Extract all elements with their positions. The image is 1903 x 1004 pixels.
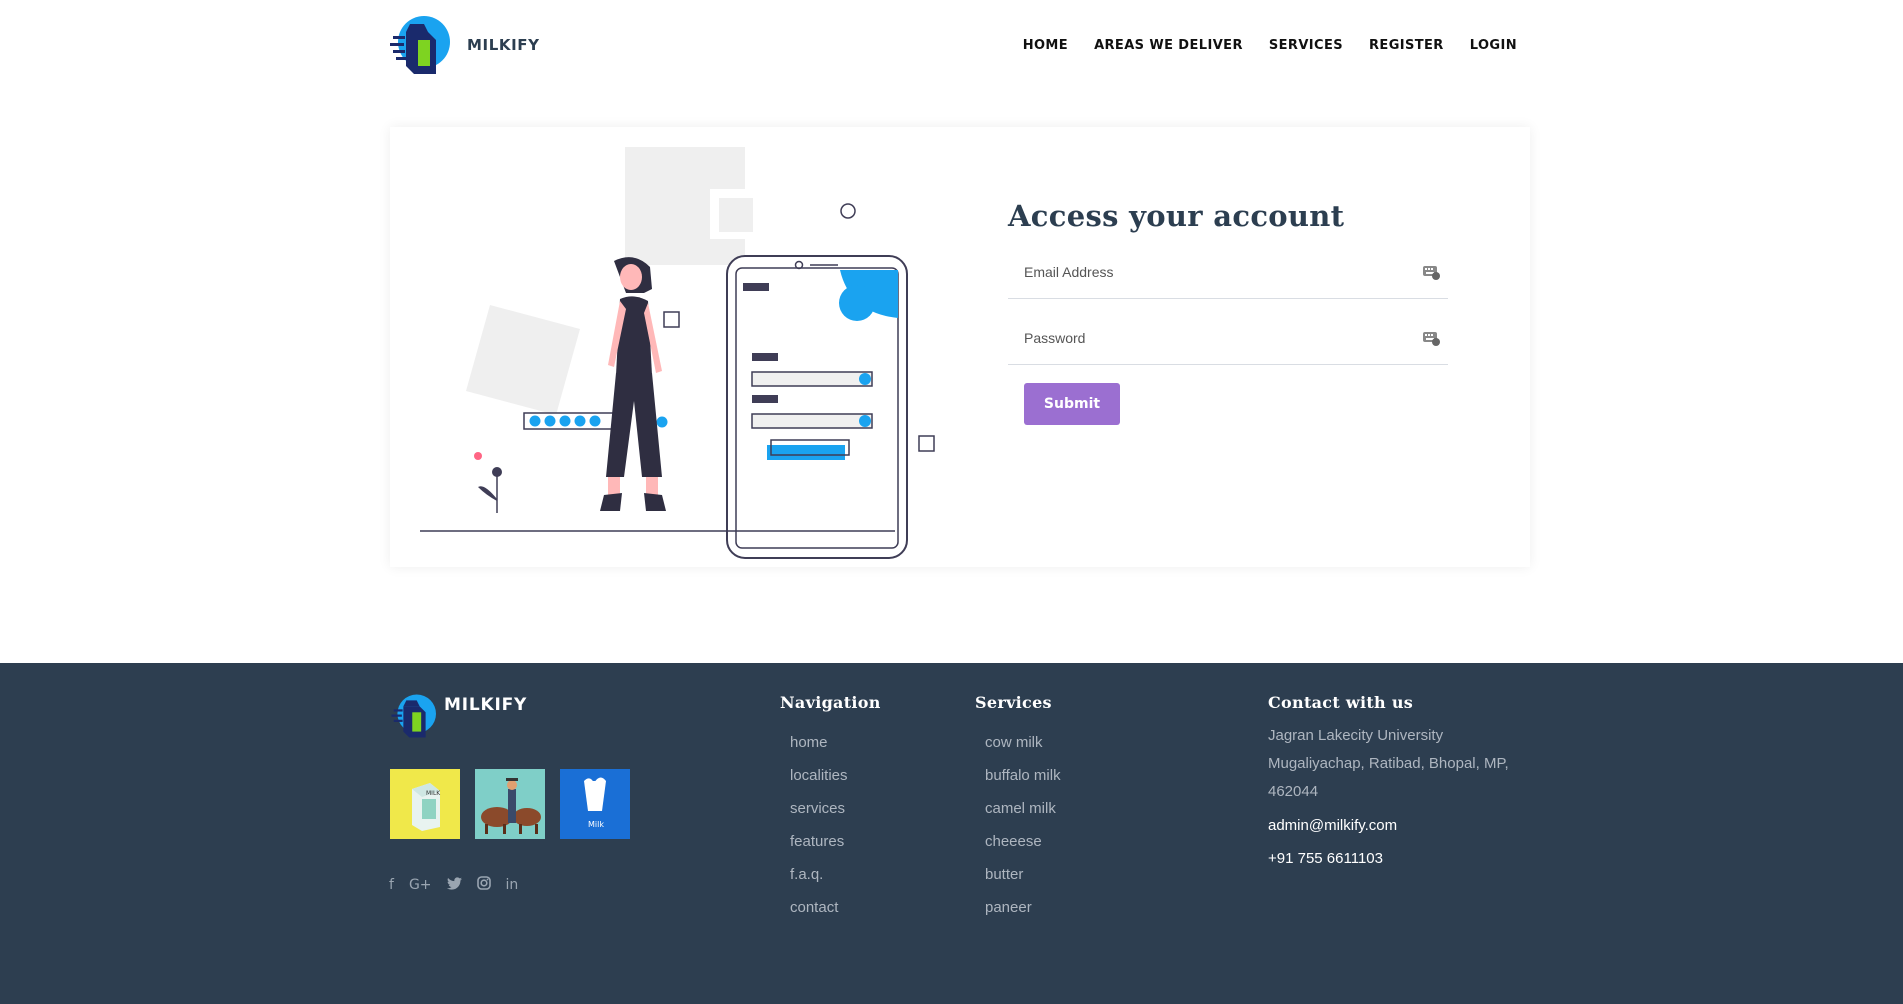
password-input[interactable]: [1008, 313, 1408, 363]
footer-link-services[interactable]: services: [780, 792, 881, 825]
linkedin-icon[interactable]: in: [506, 877, 519, 893]
footer-navigation: Navigation home localities services feat…: [780, 693, 881, 924]
contact-address: Jagran Lakecity University Mugaliyachap,…: [1268, 722, 1548, 806]
footer-service-cow-milk[interactable]: cow milk: [975, 726, 1061, 759]
nav-login[interactable]: LOGIN: [1470, 38, 1517, 53]
footer-service-buffalo-milk[interactable]: buffalo milk: [975, 759, 1061, 792]
footer-link-home[interactable]: home: [780, 726, 881, 759]
email-field-wrapper: [1008, 247, 1448, 299]
footer-link-features[interactable]: features: [780, 825, 881, 858]
keyboard-icon: [1423, 266, 1440, 280]
farmer-cow-image[interactable]: [475, 769, 545, 839]
site-header: MILKIFY HOME AREAS WE DELIVER SERVICES R…: [0, 0, 1903, 94]
brand-name: MILKIFY: [467, 36, 540, 54]
footer-contact-title: Contact with us: [1268, 693, 1414, 712]
milk-carton-image[interactable]: MILK: [390, 769, 460, 839]
login-illustration: [420, 147, 935, 559]
twitter-icon[interactable]: [446, 876, 462, 894]
google-plus-icon[interactable]: G+: [409, 877, 432, 893]
login-title: Access your account: [1008, 199, 1345, 233]
login-card: Access your account Submit: [390, 127, 1530, 567]
contact-phone[interactable]: +91 755 6611103: [1268, 845, 1548, 872]
footer-service-butter[interactable]: butter: [975, 858, 1061, 891]
footer-service-paneer[interactable]: paneer: [975, 891, 1061, 924]
nav-areas-we-deliver[interactable]: AREAS WE DELIVER: [1094, 38, 1243, 53]
facebook-icon[interactable]: f: [389, 877, 394, 893]
footer-link-faq[interactable]: f.a.q.: [780, 858, 881, 891]
address-line: Mugaliyachap, Ratibad, Bhopal, MP,: [1268, 755, 1509, 772]
milkify-logo-icon: [390, 16, 450, 74]
footer-services-title: Services: [975, 693, 1052, 712]
svg-text:MILK: MILK: [426, 790, 441, 797]
social-links: f G+ in: [389, 876, 518, 894]
address-line: Jagran Lakecity University: [1268, 727, 1444, 744]
footer-brand[interactable]: MILKIFY: [390, 693, 527, 739]
milkify-logo-icon: [391, 694, 436, 738]
email-input[interactable]: [1008, 247, 1408, 297]
footer-navigation-title: Navigation: [780, 693, 881, 712]
footer-link-localities[interactable]: localities: [780, 759, 881, 792]
svg-text:Milk: Milk: [588, 820, 604, 829]
nav-services[interactable]: SERVICES: [1269, 38, 1343, 53]
nav-register[interactable]: REGISTER: [1369, 38, 1444, 53]
footer-brand-name: MILKIFY: [444, 695, 528, 715]
brand[interactable]: MILKIFY: [388, 14, 540, 76]
password-field-wrapper: [1008, 313, 1448, 365]
site-footer: MILKIFY MILK Milk f G+ in Navigation hom…: [0, 663, 1903, 1004]
keyboard-icon: [1423, 332, 1440, 346]
login-form: Access your account Submit: [1008, 199, 1448, 425]
footer-gallery: MILK Milk: [390, 769, 630, 839]
footer-service-camel-milk[interactable]: camel milk: [975, 792, 1061, 825]
footer-services: Services cow milk buffalo milk camel mil…: [975, 693, 1061, 924]
milk-glass-image[interactable]: Milk: [560, 769, 630, 839]
nav-home[interactable]: HOME: [1023, 38, 1068, 53]
main-nav: HOME AREAS WE DELIVER SERVICES REGISTER …: [1023, 38, 1517, 53]
address-line: 462044: [1268, 783, 1319, 800]
contact-email[interactable]: admin@milkify.com: [1268, 812, 1548, 839]
footer-service-cheese[interactable]: cheeese: [975, 825, 1061, 858]
footer-contact: Contact with us Jagran Lakecity Universi…: [1268, 693, 1548, 872]
instagram-icon[interactable]: [476, 876, 491, 894]
submit-button[interactable]: Submit: [1024, 383, 1120, 425]
footer-link-contact[interactable]: contact: [780, 891, 881, 924]
